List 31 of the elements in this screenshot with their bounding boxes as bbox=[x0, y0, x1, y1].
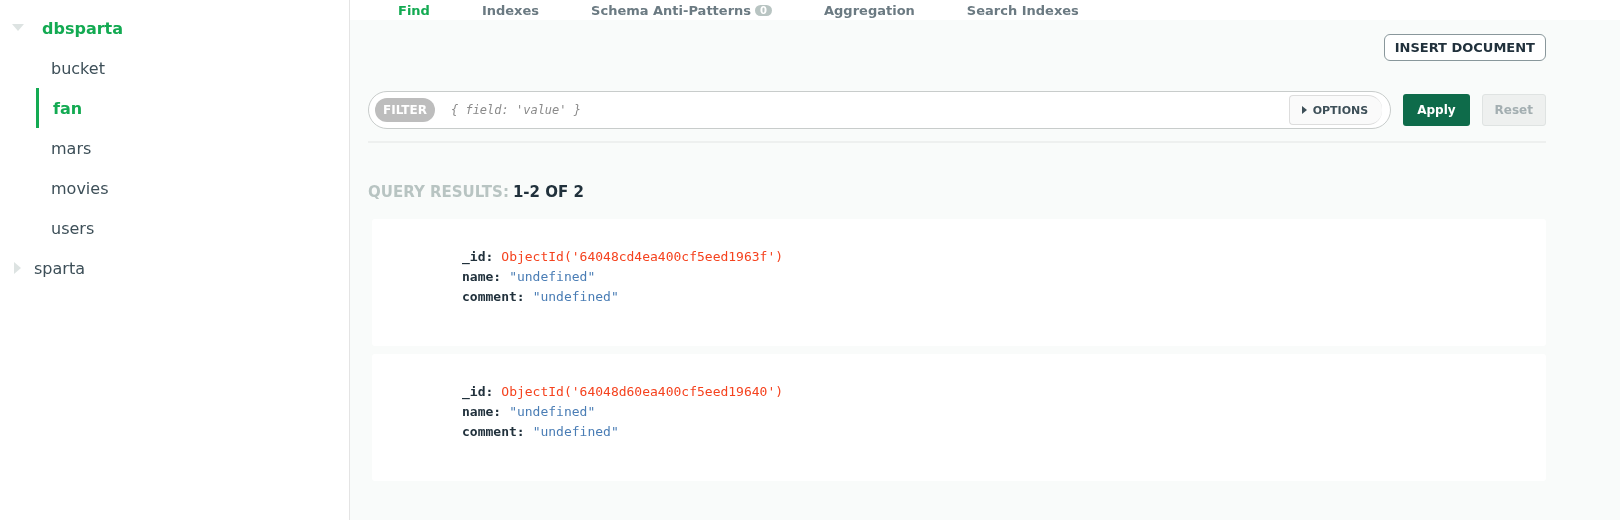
tab[interactable]: Indexes bbox=[481, 3, 540, 18]
collection-item[interactable]: movies bbox=[36, 168, 349, 208]
field-key: name: bbox=[462, 267, 502, 287]
caret-icon bbox=[1301, 106, 1307, 114]
field-key: _id: bbox=[462, 247, 494, 267]
insert-document-button[interactable]: INSERT DOCUMENT bbox=[1383, 34, 1546, 61]
results-label: QUERY RESULTS: bbox=[368, 183, 509, 201]
filter-label: FILTER bbox=[375, 98, 435, 122]
collection-item[interactable]: users bbox=[36, 208, 349, 248]
field-value: "undefined" bbox=[532, 423, 619, 441]
tab[interactable]: Schema Anti-Patterns 0 bbox=[591, 3, 772, 18]
field-value: ObjectId('64048cd4ea400cf5eed1963f') bbox=[501, 248, 784, 266]
count-badge: 0 bbox=[755, 5, 772, 16]
field-value: "undefined" bbox=[509, 403, 596, 421]
field-value: "undefined" bbox=[532, 288, 619, 306]
field-value: "undefined" bbox=[509, 268, 596, 286]
field-key: name: bbox=[462, 402, 502, 422]
field-key: comment: bbox=[462, 422, 525, 442]
collection-item[interactable]: mars bbox=[36, 128, 349, 168]
tab[interactable]: Aggregation bbox=[824, 3, 915, 18]
tab[interactable]: Search Indexes bbox=[966, 3, 1079, 18]
database-name[interactable]: sparta bbox=[34, 258, 85, 278]
results-count: 1-2 OF 2 bbox=[512, 183, 584, 201]
tab-label: Schema Anti-Patterns bbox=[591, 3, 752, 18]
field-key: comment: bbox=[462, 287, 525, 307]
filter-field[interactable]: FILTER { field: 'value' } OPTIONS bbox=[368, 91, 1392, 129]
options-button[interactable]: OPTIONS bbox=[1288, 95, 1383, 125]
apply-button[interactable]: Apply bbox=[1403, 94, 1470, 126]
collection-item[interactable]: bucket bbox=[36, 48, 349, 88]
field-value: ObjectId('64048d60ea400cf5eed19640') bbox=[501, 383, 784, 401]
field-key: _id: bbox=[462, 382, 494, 402]
